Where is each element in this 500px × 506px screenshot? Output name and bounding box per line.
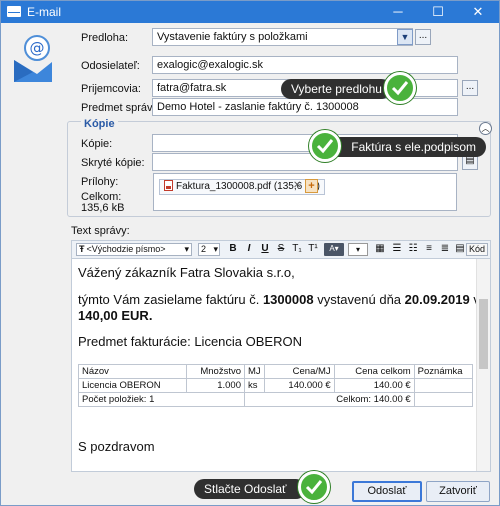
greeting-text: Vážený zákazník Fatra Slovakia s.r.o, bbox=[78, 265, 295, 280]
subscript-button[interactable]: T₁ bbox=[290, 243, 304, 256]
total-size-value: 135,6 kB bbox=[81, 202, 125, 214]
minimize-button[interactable]: ─ bbox=[381, 1, 415, 23]
sender-value: exalogic@exalogic.sk bbox=[157, 59, 263, 71]
invoice-amount: 140,00 EUR. bbox=[78, 308, 153, 323]
numbered-list-icon[interactable]: ☷ bbox=[406, 243, 420, 256]
cc-label: Kópie: bbox=[81, 138, 113, 150]
column-header: Cena celkom bbox=[333, 364, 415, 379]
template-select[interactable]: Vystavenie faktúry s položkami bbox=[152, 28, 413, 46]
recipients-value: fatra@fatra.sk bbox=[157, 82, 227, 94]
subject-label: Predmet správy: bbox=[81, 102, 162, 114]
checkmark-icon bbox=[298, 471, 330, 503]
pdf-file-icon bbox=[164, 180, 173, 191]
table-total: Celkom: 140.00 € bbox=[244, 392, 415, 407]
table-row: Licencia OBERON 1.000 ks 140.000 € 140.0… bbox=[78, 378, 474, 393]
sender-label: Odosielateľ: bbox=[81, 60, 140, 72]
table-cell: Licencia OBERON bbox=[78, 378, 187, 393]
callout-choose-template: Vyberte predlohu bbox=[281, 79, 391, 99]
insert-table-icon[interactable]: ▦ bbox=[372, 243, 388, 256]
callout-invoice-signature: Faktúra s ele.podpisom bbox=[326, 137, 486, 157]
table-cell: ks bbox=[244, 378, 265, 393]
column-header: Cena/MJ bbox=[263, 364, 335, 379]
column-header: Množstvo bbox=[186, 364, 245, 379]
italic-button[interactable]: I bbox=[242, 243, 256, 256]
invoice-line-prefix: týmto Vám zasielame faktúru č. bbox=[78, 292, 263, 307]
template-value: Vystavenie faktúry s položkami bbox=[157, 31, 308, 43]
checkmark-icon bbox=[309, 130, 341, 162]
callout-press-send: Stlačte Odoslať bbox=[194, 479, 306, 499]
svg-text:@: @ bbox=[30, 39, 45, 57]
send-button[interactable]: Odoslať bbox=[352, 481, 422, 502]
font-size-select[interactable]: 2 ▾ bbox=[198, 243, 220, 256]
font-family-select[interactable]: Ŧ <Východzie písmo> ▾ bbox=[76, 243, 192, 256]
editor-toolbar: Ŧ <Východzie písmo> ▾ 2 ▾ B I U S T₁ T¹ A▾ … bbox=[71, 240, 491, 258]
checkmark-icon bbox=[384, 72, 416, 104]
align-left-icon[interactable]: ≡ bbox=[422, 243, 436, 256]
strikethrough-button[interactable]: S bbox=[274, 243, 288, 256]
window-title: E-mail bbox=[27, 5, 62, 19]
table-cell: 1.000 bbox=[186, 378, 245, 393]
message-body-editor[interactable]: Vážený zákazník Fatra Slovakia s.r.o, tý… bbox=[71, 258, 491, 472]
column-header: MJ bbox=[244, 364, 265, 379]
subject-value: Demo Hotel - zaslanie faktúry č. 1300008 bbox=[157, 101, 359, 113]
underline-button[interactable]: U bbox=[258, 243, 272, 256]
template-more-button[interactable]: ... bbox=[415, 29, 431, 45]
add-attachment-icon[interactable]: + bbox=[305, 179, 318, 193]
item-count: Počet položiek: 1 bbox=[78, 392, 245, 407]
bcc-label: Skryté kópie: bbox=[81, 157, 145, 169]
close-window-button[interactable]: ✕ bbox=[461, 1, 495, 23]
table-header-row: Názov Množstvo MJ Cena/MJ Cena celkom Po… bbox=[78, 364, 474, 379]
table-summary-row: Počet položiek: 1 Celkom: 140.00 € bbox=[78, 392, 474, 407]
collapse-icon[interactable]: ︿ bbox=[479, 122, 492, 135]
close-button[interactable]: Zatvoriť bbox=[426, 481, 490, 502]
invoice-line-mid: vystavenú dňa bbox=[313, 292, 405, 307]
align-center-icon[interactable]: ≣ bbox=[438, 243, 452, 256]
closing-text: S pozdravom bbox=[78, 439, 155, 454]
background-color-icon[interactable]: ▾ bbox=[348, 243, 368, 256]
remove-attachment-icon[interactable]: ✕ bbox=[293, 180, 301, 191]
title-bar: E-mail ─ ☐ ✕ bbox=[1, 1, 499, 23]
justify-icon[interactable]: ▤ bbox=[454, 243, 466, 256]
sender-field[interactable]: exalogic@exalogic.sk bbox=[152, 56, 458, 74]
invoice-number: 1300008 bbox=[262, 292, 314, 307]
chevron-down-icon: ▾ bbox=[213, 244, 218, 254]
issue-date: 20.09.2019 bbox=[404, 292, 470, 307]
recipients-more-button[interactable]: ... bbox=[462, 80, 478, 96]
recipients-label: Prijemcovia: bbox=[81, 83, 141, 95]
maximize-button[interactable]: ☐ bbox=[421, 1, 455, 23]
invoice-line: týmto Vám zasielame faktúru č. 1300008 v… bbox=[78, 292, 490, 307]
invoice-items-table: Názov Množstvo MJ Cena/MJ Cena celkom Po… bbox=[78, 364, 474, 407]
column-header: Poznámka bbox=[413, 364, 474, 379]
scrollbar-thumb[interactable] bbox=[479, 299, 488, 369]
subject-line-text: Predmet fakturácie: Licencia OBERON bbox=[78, 334, 302, 349]
bullet-list-icon[interactable]: ☰ bbox=[390, 243, 404, 256]
font-size-value: 2 bbox=[201, 244, 207, 254]
envelope-icon bbox=[7, 6, 21, 17]
template-label: Predloha: bbox=[81, 32, 129, 44]
column-header: Názov bbox=[78, 364, 187, 379]
table-cell: 140.00 € bbox=[333, 378, 415, 393]
email-window: E-mail ─ ☐ ✕ @ Predloha: Vystavenie fakt… bbox=[0, 0, 500, 506]
table-cell bbox=[413, 378, 474, 393]
attachments-label: Prílohy: bbox=[81, 176, 119, 188]
table-cell bbox=[413, 392, 474, 407]
font-family-value: <Východzie písmo> bbox=[86, 244, 166, 254]
chevron-down-icon[interactable]: ▼ bbox=[397, 29, 413, 45]
copies-group-title: Kópie bbox=[81, 118, 118, 130]
email-logo-icon: @ bbox=[11, 34, 55, 86]
body-label: Text správy: bbox=[71, 225, 130, 237]
font-icon: Ŧ bbox=[79, 244, 85, 254]
chevron-down-icon: ▾ bbox=[184, 244, 189, 254]
subject-field[interactable]: Demo Hotel - zaslanie faktúry č. 1300008 bbox=[152, 98, 458, 116]
text-color-icon[interactable]: A▾ bbox=[324, 243, 344, 256]
table-cell: 140.000 € bbox=[263, 378, 335, 393]
superscript-button[interactable]: T¹ bbox=[306, 243, 320, 256]
bold-button[interactable]: B bbox=[226, 243, 240, 256]
editor-scrollbar[interactable] bbox=[476, 259, 490, 471]
code-button[interactable]: Kód bbox=[466, 243, 488, 256]
attachments-box[interactable]: Faktura_1300008.pdf (135,6 kB) ✕ + bbox=[153, 173, 457, 211]
